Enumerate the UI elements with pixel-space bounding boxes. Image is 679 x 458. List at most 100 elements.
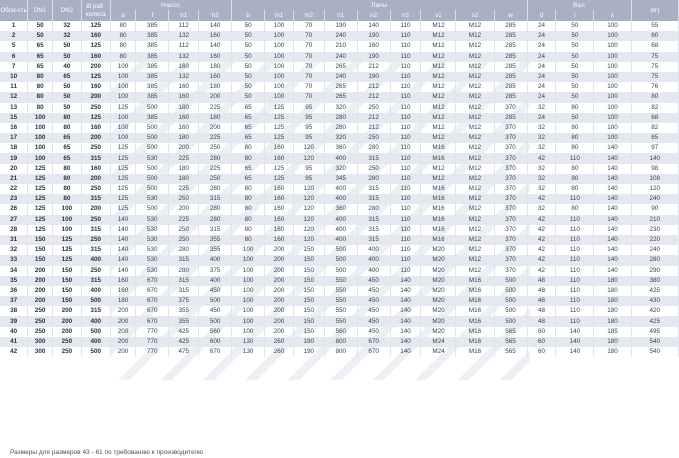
table-row: 39 250 200 400 200 670 355 500 100 200 150 550 450 14…: [0, 316, 679, 327]
table-cell: 80: [555, 184, 595, 195]
table-cell: 670: [357, 336, 391, 347]
table-cell: 110: [390, 173, 422, 184]
table-cell: 280: [357, 173, 391, 184]
table-cell: 70: [293, 82, 325, 93]
table-cell: 50: [231, 31, 266, 42]
table-cell: 110: [555, 245, 595, 256]
table-cell: 285: [494, 41, 528, 52]
table-cell: M12: [420, 173, 457, 184]
table-cell: M12: [455, 31, 495, 42]
table-cell: 265: [324, 61, 358, 72]
table-cell: 140: [390, 336, 422, 347]
table-cell: 75: [631, 71, 679, 83]
table-cell: 60: [527, 326, 557, 337]
table-cell: 200: [110, 347, 137, 358]
table-cell: 300: [27, 336, 53, 347]
table-cell: 32: [527, 143, 557, 154]
table-cell: 100: [264, 61, 294, 72]
table-cell: 100: [593, 133, 632, 144]
table-cell: 26: [0, 204, 29, 215]
table-cell: 42: [527, 153, 557, 164]
table-cell: 140: [390, 316, 422, 327]
table-cell: 250: [27, 326, 53, 337]
table-cell: 110: [390, 102, 422, 113]
table-cell: 100: [593, 51, 632, 62]
table-cell: M16: [420, 224, 457, 235]
table-cell: 200: [264, 245, 294, 256]
table-row: 23 125 80 315 125 530 250 315 80 160 120 400 315 110 M…: [0, 194, 679, 205]
table-cell: 450: [198, 306, 233, 317]
table-cell: 50: [231, 71, 266, 83]
table-cell: 50: [555, 31, 595, 42]
table-cell: 100: [264, 51, 294, 62]
table-cell: 125: [110, 163, 137, 174]
table-cell: 19: [0, 153, 29, 164]
table-cell: 400: [357, 255, 391, 266]
table-cell: 315: [168, 275, 200, 286]
header-h1: h1: [168, 10, 200, 21]
header-m1: m1: [264, 10, 294, 21]
table-cell: 140: [593, 245, 632, 256]
table-cell: 160: [264, 224, 294, 235]
header-n3: n3: [390, 10, 422, 21]
table-cell: 150: [27, 255, 53, 266]
table-cell: 280: [198, 204, 233, 215]
table-cell: 240: [631, 194, 679, 205]
table-cell: 420: [631, 306, 679, 317]
table-cell: M20: [420, 306, 457, 317]
table-cell: 370: [494, 265, 528, 276]
table-cell: 125: [264, 163, 294, 174]
table-cell: 120: [293, 194, 325, 205]
table-row: 6 65 50 160 80 385 132 160 50 100 70 240 190 110 M12 M1…: [0, 51, 679, 62]
table-cell: 11: [0, 82, 29, 93]
table-cell: 140: [110, 224, 137, 235]
table-cell: 140: [110, 265, 137, 276]
table-row: 40 250 200 500 200 770 425 560 100 200 150 560 450 14…: [0, 326, 679, 337]
table-cell: 250: [81, 234, 111, 246]
table-cell: 315: [357, 214, 391, 225]
header-x: x: [593, 10, 632, 21]
table-cell: 42: [527, 265, 557, 276]
table-cell: 355: [198, 234, 233, 246]
table-cell: 150: [293, 296, 325, 307]
table-cell: 250: [357, 133, 391, 144]
table-cell: 200: [264, 326, 294, 337]
table-cell: 200: [264, 296, 294, 307]
table-cell: 500: [135, 102, 170, 113]
table-cell: 120: [293, 184, 325, 195]
table-cell: M12: [455, 255, 495, 266]
table-cell: 450: [357, 316, 391, 327]
table-cell: 770: [135, 326, 170, 337]
table-cell: 80: [231, 224, 266, 235]
table-cell: M12: [420, 21, 457, 32]
table-cell: 180: [593, 296, 632, 307]
table-cell: 100: [264, 82, 294, 93]
table-cell: 1: [0, 21, 29, 32]
table-cell: 200: [264, 306, 294, 317]
table-cell: 100: [110, 71, 137, 83]
table-cell: 95: [293, 102, 325, 113]
table-cell: 285: [494, 31, 528, 42]
table-cell: 80: [231, 234, 266, 246]
table-cell: 24: [527, 51, 557, 62]
header-dn1: DN1: [27, 0, 53, 21]
table-cell: 160: [168, 92, 200, 103]
table-cell: 80: [555, 133, 595, 144]
table-cell: M16: [420, 143, 457, 154]
table-cell: 500: [324, 245, 358, 256]
table-row: 28 125 100 315 140 530 250 315 80 160 120 400 315 110…: [0, 224, 679, 235]
table-cell: 200: [264, 285, 294, 297]
table-cell: 50: [231, 21, 266, 32]
table-cell: 80: [52, 194, 82, 205]
table-cell: 500: [81, 326, 111, 337]
table-cell: 110: [390, 82, 422, 93]
table-cell: 425: [168, 326, 200, 337]
table-cell: 100: [264, 92, 294, 103]
table-row: 21 125 80 200 125 500 180 250 65 125 95 345 280 110 M1…: [0, 173, 679, 184]
table-cell: 180: [593, 347, 632, 358]
table-cell: 370: [494, 133, 528, 144]
table-cell: 370: [494, 102, 528, 113]
table-cell: 530: [135, 224, 170, 235]
table-cell: 140: [390, 326, 422, 337]
table-cell: 80: [52, 173, 82, 184]
